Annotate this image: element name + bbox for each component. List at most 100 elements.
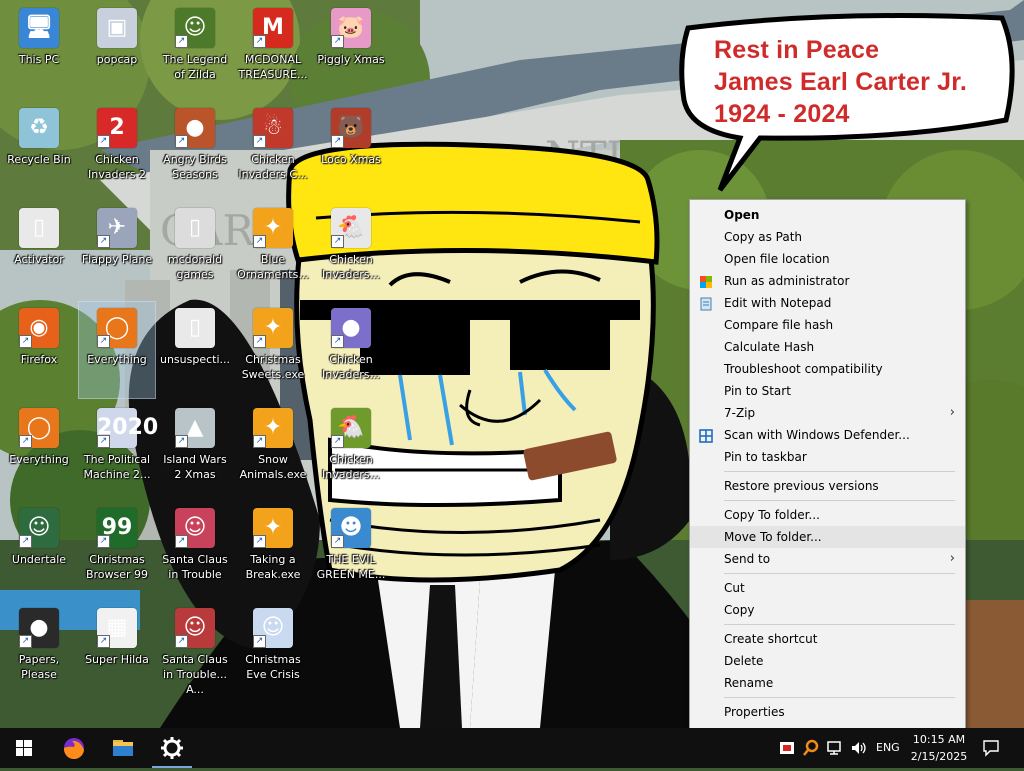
shortcut-arrow-icon: ↗ [97,335,110,348]
everything-icon: ◯ ↗ [97,308,137,348]
desktop-icon[interactable]: 2020 ↗ The Political Machine 2... [79,402,158,498]
menu-item-label: Troubleshoot compatibility [724,362,883,376]
desktop-icon[interactable]: ☺ ↗ Santa Claus in Trouble... A... [157,602,233,698]
desktop-icon[interactable]: ☻ ↗ THE EVIL GREEN ME... [313,502,389,598]
menu-item-label: Edit with Notepad [724,296,832,310]
desktop-icon[interactable]: ☺ ↗ The Legend of Zilda [157,2,233,98]
everything-tray-icon[interactable] [802,738,820,758]
settings-taskbar-button[interactable] [148,728,196,768]
menu-item-move-to-folder[interactable]: Move To folder... [690,526,965,548]
clock[interactable]: 10:15 AM 2/15/2025 [908,731,970,765]
tray-app-icon[interactable] [778,738,796,758]
menu-item-copy-to-folder[interactable]: Copy To folder... [690,504,965,526]
desktop-icon-label: Everything [87,353,147,366]
piggly-xmas-icon: 🐷 ↗ [331,8,371,48]
desktop-icon-label: Chicken Invaders C... [238,153,308,181]
desktop-icon[interactable]: 🖥 This PC [1,2,77,98]
menu-item-label: Open file location [724,252,830,266]
menu-item-delete[interactable]: Delete [690,650,965,672]
menu-item-properties[interactable]: Properties [690,701,965,723]
menu-item-calculate-hash[interactable]: Calculate Hash [690,336,965,358]
desktop-icon[interactable]: ▯ mcdonald games [157,202,233,298]
desktop-icon[interactable]: ✦ ↗ Taking a Break.exe [235,502,311,598]
menu-item-pin-to-start[interactable]: Pin to Start [690,380,965,402]
christmas-sweets-icon: ✦ ↗ [253,308,293,348]
desktop-icon[interactable]: ▯ unsuspecti... [157,302,233,398]
taking-a-break-icon: ✦ ↗ [253,508,293,548]
desktop-icon[interactable]: ✈ ↗ Flappy Plane [79,202,155,298]
desktop-icon[interactable]: ● ↗ Papers, Please [1,602,77,698]
icon-glyph: ▯ [188,315,202,340]
desktop-icon[interactable]: ◯ ↗ Everything [1,402,77,498]
desktop-icon-label: Undertale [11,553,67,566]
desktop-icon[interactable]: ☺ ↗ Christmas Eve Crisis [235,602,311,698]
desktop-icon[interactable]: ◉ ↗ Firefox [1,302,77,398]
menu-item-copy[interactable]: Copy [690,599,965,621]
desktop-icon[interactable]: ✦ ↗ Snow Animals.exe [235,402,311,498]
desktop-icon[interactable]: ✦ ↗ Blue Ornaments... [235,202,311,298]
desktop-icon[interactable]: ● ↗ Angry Birds Seasons [157,102,233,198]
desktop-icon[interactable]: 🐻 ↗ Loco Xmas [313,102,389,198]
menu-item-copy-as-path[interactable]: Copy as Path [690,226,965,248]
desktop-icon[interactable]: 2 ↗ Chicken Invaders 2 [79,102,155,198]
firefox-taskbar-button[interactable] [50,728,98,768]
desktop-icon-label: Christmas Browser 99 [85,553,149,581]
desktop-icon[interactable]: ● ↗ Chicken Invaders... [313,302,389,398]
shortcut-arrow-icon: ↗ [175,535,188,548]
shortcut-arrow-icon: ↗ [97,635,110,648]
desktop-icon[interactable]: ☺ ↗ Santa Claus in Trouble [157,502,233,598]
menu-item-troubleshoot-compatibility[interactable]: Troubleshoot compatibility [690,358,965,380]
desktop-icon[interactable]: 🐔 ↗ Chicken Invaders... [313,202,389,298]
language-indicator[interactable]: ENG [876,728,900,768]
menu-item-send-to[interactable]: Send to › [690,548,965,570]
menu-item-edit-with-notepad[interactable]: Edit with Notepad [690,292,965,314]
volume-icon[interactable] [850,738,868,758]
menu-item-label: Rename [724,676,774,690]
menu-item-compare-file-hash[interactable]: Compare file hash [690,314,965,336]
desktop-icon[interactable]: M ↗ MCDONAL TREASURE... [235,2,311,98]
menu-separator [724,697,955,698]
notepad-icon [699,296,713,311]
menu-item-pin-to-taskbar[interactable]: Pin to taskbar [690,446,965,468]
menu-item-open[interactable]: Open [690,204,965,226]
menu-item-restore-previous-versions[interactable]: Restore previous versions [690,475,965,497]
desktop-icon[interactable]: ▣ popcap [79,2,155,98]
menu-item-open-file-location[interactable]: Open file location [690,248,965,270]
desktop-icon[interactable]: 🐔 ↗ Chicken Invaders... [313,402,389,498]
desktop-icon-label: Loco Xmas [321,153,381,166]
desktop-icon[interactable]: ▦ ↗ Super Hilda [79,602,155,698]
desktop-icon-label: popcap [96,53,138,66]
menu-item-run-as-administrator[interactable]: Run as administrator [690,270,965,292]
loco-xmas-icon: 🐻 ↗ [331,108,371,148]
desktop-icon-label: Chicken Invaders... [322,353,380,381]
desktop-icon-label: Everything [9,453,69,466]
desktop-icon[interactable]: 99 ↗ Christmas Browser 99 [79,502,155,598]
firefox-icon: ◉ ↗ [19,308,59,348]
bubble-line-3: 1924 - 2024 [714,100,850,128]
file-explorer-taskbar-button[interactable] [99,728,147,768]
action-center-icon[interactable] [982,738,1000,758]
menu-item-create-shortcut[interactable]: Create shortcut [690,628,965,650]
desktop-icon[interactable]: ♻ Recycle Bin [1,102,77,198]
desktop-icon[interactable]: ▯ Activator [1,202,77,298]
christmas-eve-crisis-icon: ☺ ↗ [253,608,293,648]
menu-item-scan-with-windows-defender[interactable]: Scan with Windows Defender... [690,424,965,446]
desktop-icon[interactable]: ◯ ↗ Everything [78,301,156,399]
desktop-icon[interactable]: ✦ ↗ Christmas Sweets.exe [235,302,311,398]
menu-item-label: Copy as Path [724,230,803,244]
desktop-icon[interactable]: 🐷 ↗ Piggly Xmas [313,2,389,98]
icon-glyph: ▯ [188,215,202,240]
menu-item-7-zip[interactable]: 7-Zip › [690,402,965,424]
desktop-icon[interactable]: ☺ ↗ Undertale [1,502,77,598]
desktop-icon-label: Chicken Invaders... [322,453,380,481]
icon-glyph: ▯ [32,215,46,240]
shortcut-arrow-icon: ↗ [175,435,188,448]
desktop-icon[interactable]: ▲ ↗ Island Wars 2 Xmas [157,402,233,498]
start-button[interactable] [0,728,48,768]
network-icon[interactable] [826,738,844,758]
desktop-icon[interactable]: ☃ ↗ Chicken Invaders C... [235,102,311,198]
menu-item-rename[interactable]: Rename [690,672,965,694]
menu-item-cut[interactable]: Cut [690,577,965,599]
icon-glyph: ▣ [106,15,128,40]
menu-item-label: Restore previous versions [724,479,879,493]
